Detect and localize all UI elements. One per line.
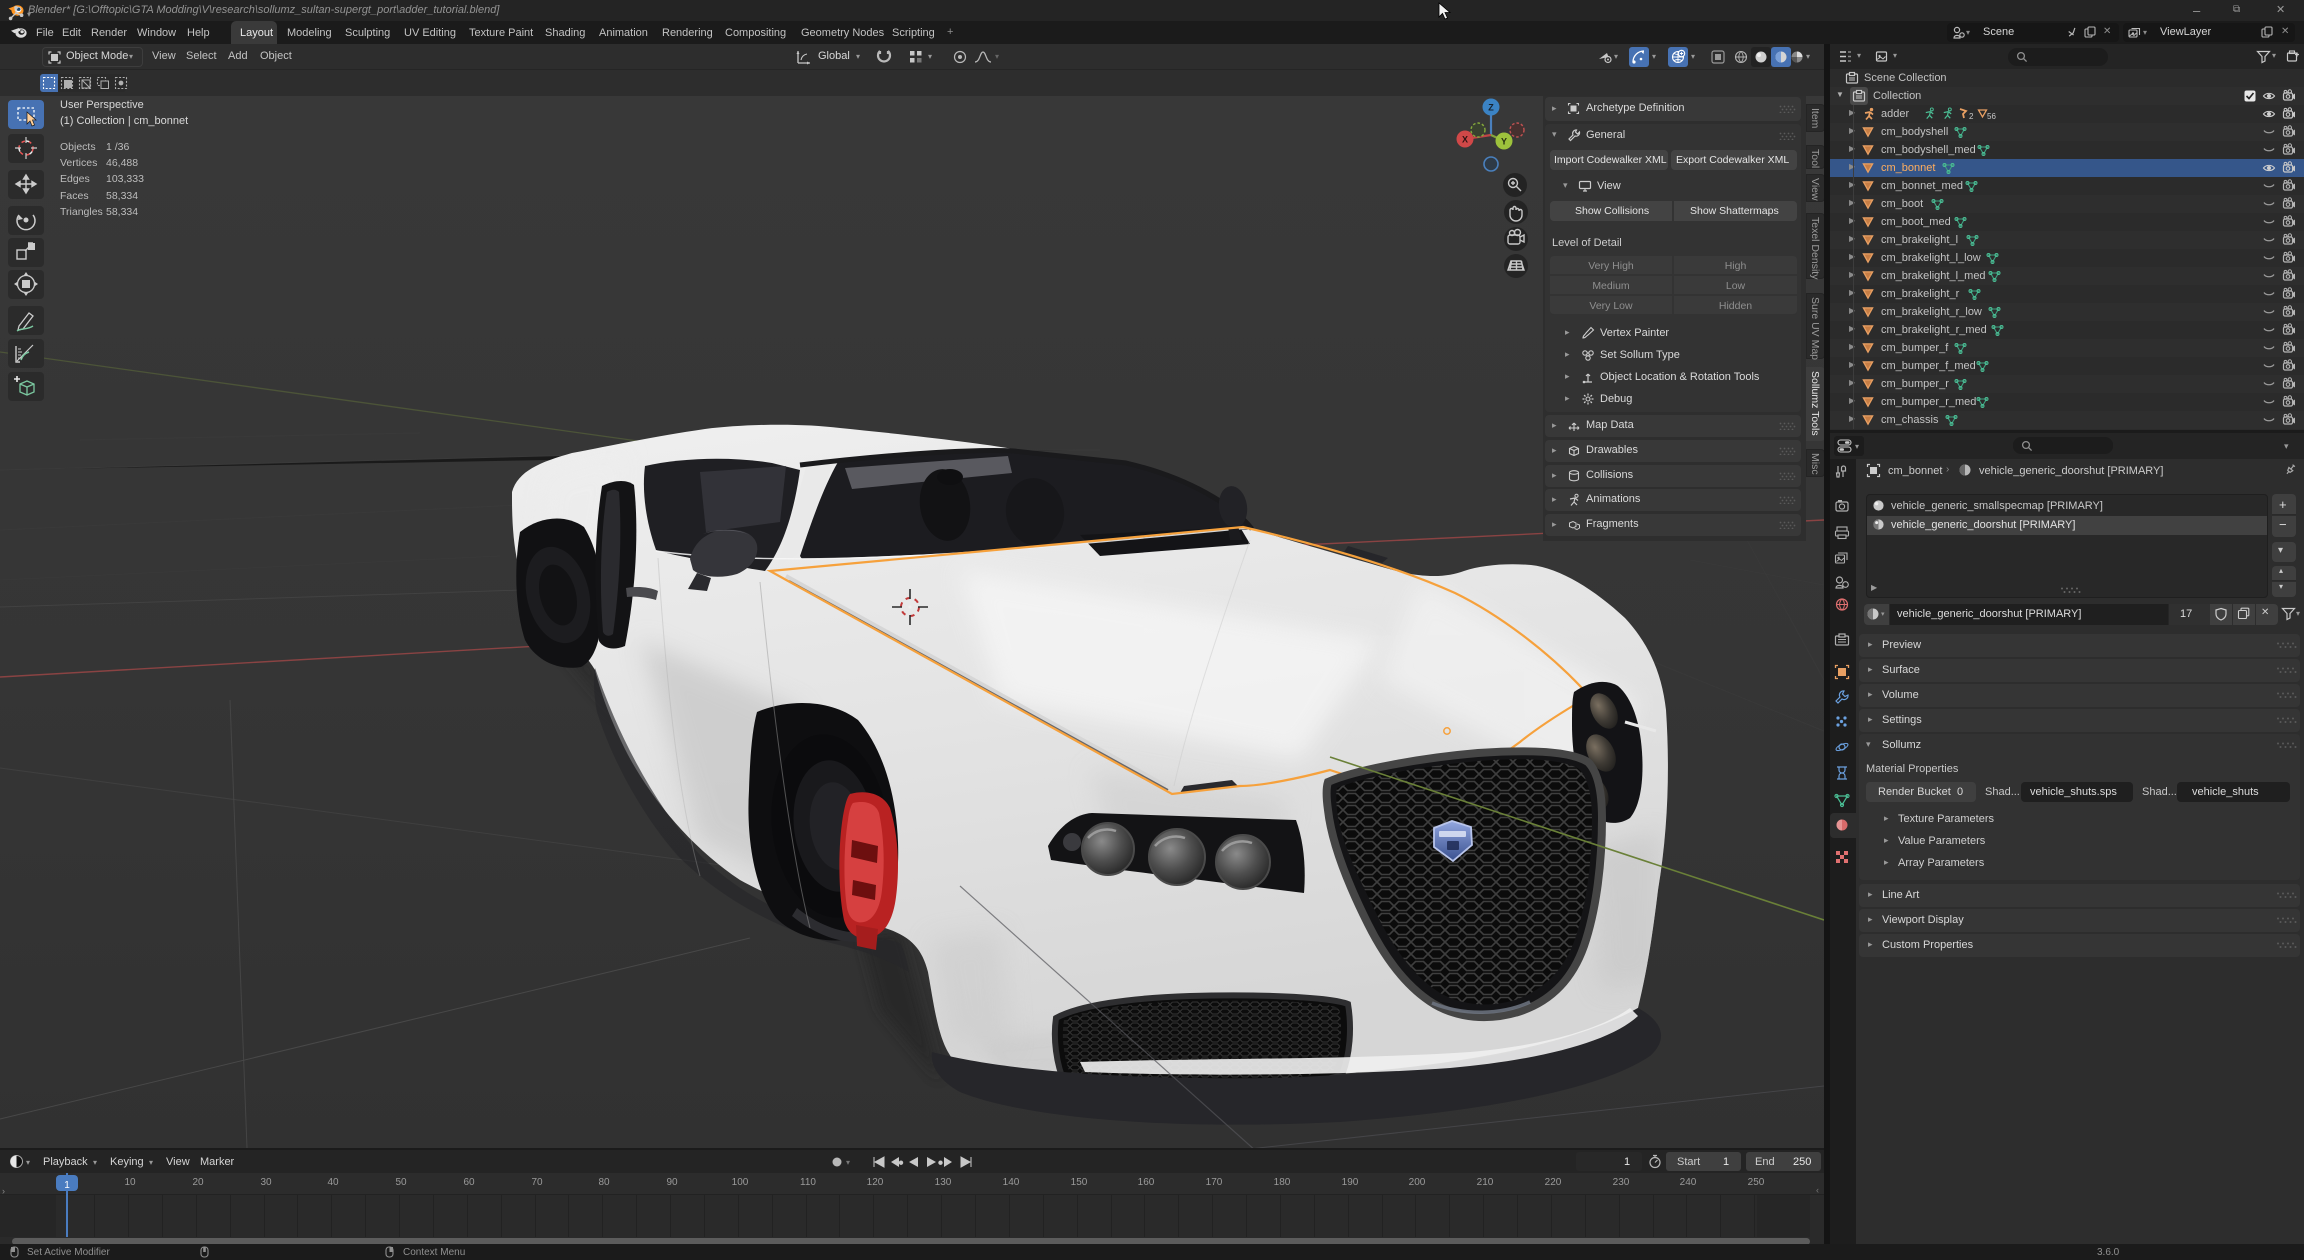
svg-text:X: X <box>1462 135 1468 145</box>
svg-text:Z: Z <box>1488 103 1494 113</box>
svg-text:▾: ▾ <box>27 10 31 19</box>
svg-text:▾: ▾ <box>846 1158 850 1167</box>
svg-text:Y: Y <box>1501 137 1507 147</box>
